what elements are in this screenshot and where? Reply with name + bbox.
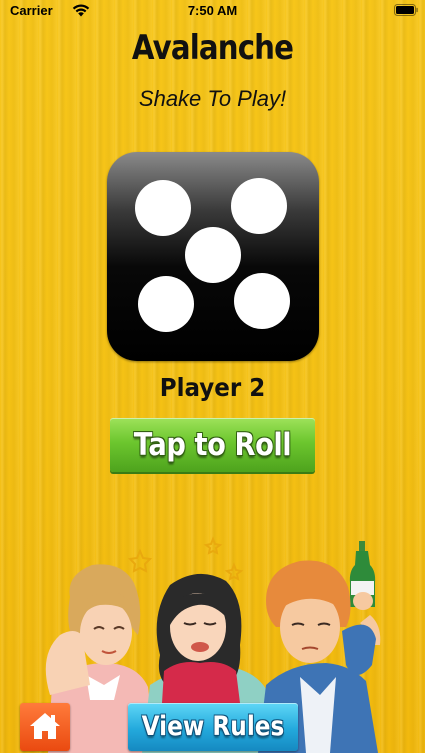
status-time: 7:50 AM [187, 3, 238, 18]
status-bar: Carrier 7:50 AM [0, 0, 425, 22]
dice-pip [231, 178, 287, 234]
dice-pip [185, 227, 241, 283]
app-subtitle: Shake To Play! [138, 86, 287, 111]
view-rules-button[interactable]: View Rules [128, 703, 298, 751]
tap-to-roll-label: Tap to Roll [133, 427, 292, 463]
dice-pip [135, 180, 191, 236]
dice-pip [234, 273, 290, 329]
dice-pip [138, 276, 194, 332]
tap-to-roll-button[interactable]: Tap to Roll [110, 418, 315, 472]
home-button[interactable] [20, 703, 70, 751]
view-rules-label: View Rules [141, 711, 285, 742]
dice-five-icon[interactable] [107, 152, 319, 361]
home-icon [30, 713, 60, 739]
battery-icon [394, 4, 418, 16]
app-title: Avalanche [131, 28, 294, 68]
current-player-label: Player 2 [159, 373, 266, 402]
game-screen: Carrier 7:50 AM Avalanche Shake To Play!… [0, 0, 425, 753]
